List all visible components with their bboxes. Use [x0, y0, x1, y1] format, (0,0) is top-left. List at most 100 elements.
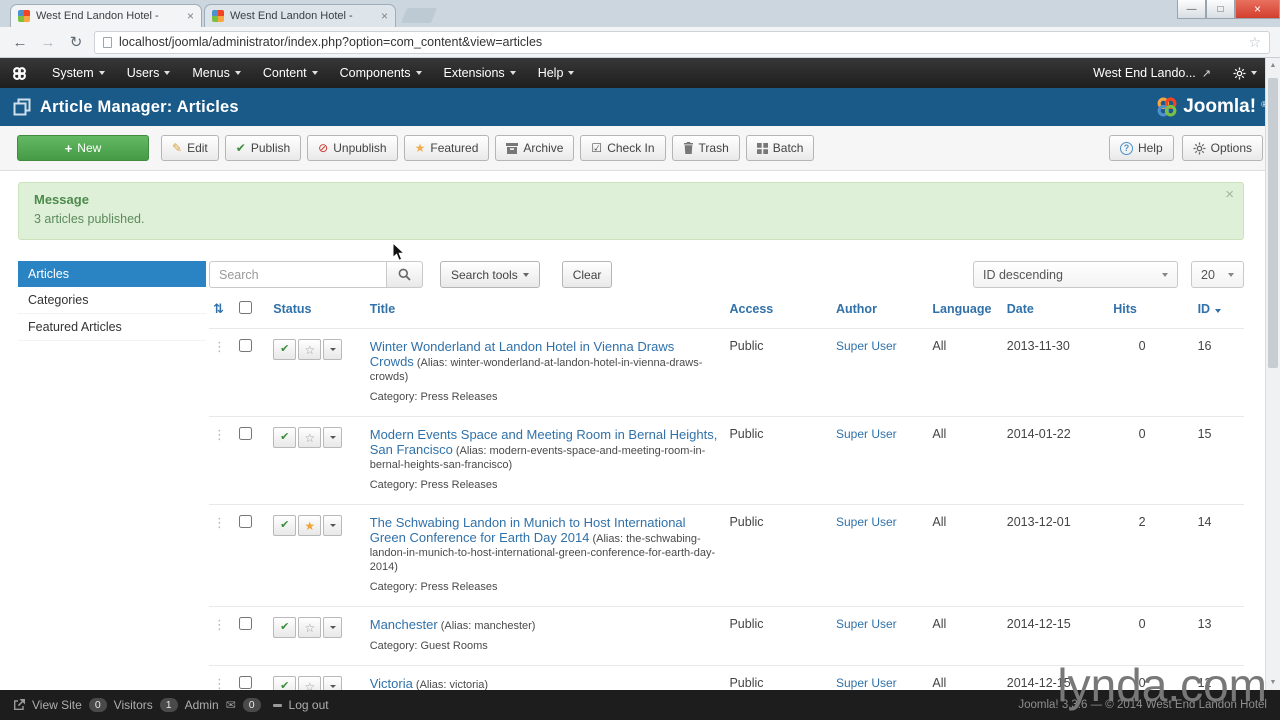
column-language-header[interactable]: Language	[928, 291, 1002, 329]
sidebar-item-categories[interactable]: Categories	[18, 287, 206, 314]
column-access-header[interactable]: Access	[725, 291, 832, 329]
sidebar-item-articles[interactable]: Articles	[18, 261, 206, 287]
article-author-link[interactable]: Super User	[836, 515, 897, 529]
options-button[interactable]: Options	[1181, 135, 1263, 161]
menu-extensions[interactable]: Extensions	[433, 66, 527, 80]
minimize-button[interactable]: —	[1177, 0, 1206, 19]
ordering-sort-icon[interactable]: ⇅	[213, 301, 224, 316]
column-status-header[interactable]: Status	[269, 291, 365, 329]
bookmark-star-icon[interactable]: ☆	[1248, 34, 1261, 51]
logout-link[interactable]: Log out	[289, 698, 329, 712]
row-checkbox[interactable]	[239, 515, 253, 528]
url-text: localhost/joomla/administrator/index.php…	[119, 35, 543, 49]
row-checkbox[interactable]	[239, 617, 253, 630]
new-button[interactable]: + New	[17, 135, 149, 161]
status-dropdown-button[interactable]	[323, 427, 343, 448]
maximize-button[interactable]: □	[1206, 0, 1235, 19]
article-author-link[interactable]: Super User	[836, 427, 897, 441]
column-author-header[interactable]: Author	[832, 291, 928, 329]
alert-close-icon[interactable]: ×	[1225, 186, 1234, 203]
drag-handle-icon[interactable]: ⋮	[213, 676, 226, 691]
row-checkbox[interactable]	[239, 339, 253, 352]
column-title-header[interactable]: Title	[366, 291, 726, 329]
feature-toggle-button[interactable]: ☆	[298, 617, 322, 638]
row-checkbox[interactable]	[239, 427, 253, 440]
article-author-link[interactable]: Super User	[836, 617, 897, 631]
drag-handle-icon[interactable]: ⋮	[213, 427, 226, 442]
browser-tab-active[interactable]: West End Landon Hotel - ×	[10, 4, 202, 27]
search-tools-button[interactable]: Search tools	[440, 261, 540, 288]
status-dropdown-button[interactable]	[323, 515, 343, 536]
column-id-header[interactable]: ID	[1172, 291, 1244, 329]
sidebar-item-featured-articles[interactable]: Featured Articles	[18, 314, 206, 341]
drag-handle-icon[interactable]: ⋮	[213, 339, 226, 354]
scroll-up-icon[interactable]: ▲	[1266, 62, 1280, 69]
clear-button[interactable]: Clear	[561, 261, 613, 288]
settings-menu-button[interactable]	[1222, 67, 1268, 80]
menu-help[interactable]: Help	[527, 66, 586, 80]
publish-toggle-button[interactable]: ✔	[273, 515, 297, 536]
status-dropdown-button[interactable]	[323, 339, 343, 360]
publish-toggle-button[interactable]: ✔	[273, 427, 297, 448]
gear-icon	[1193, 142, 1206, 154]
menu-menus[interactable]: Menus	[181, 66, 252, 80]
list-limit-select[interactable]: 20	[1191, 261, 1244, 288]
column-date-header[interactable]: Date	[1003, 291, 1105, 329]
new-tab-button[interactable]	[400, 8, 438, 23]
menu-content[interactable]: Content	[252, 66, 329, 80]
edit-button[interactable]: ✎ Edit	[161, 135, 219, 161]
browser-tab[interactable]: West End Landon Hotel - ×	[204, 4, 396, 27]
article-author-link[interactable]: Super User	[836, 676, 897, 690]
page-header: Article Manager: Articles Joomla! ®	[0, 88, 1280, 126]
article-author-link[interactable]: Super User	[836, 339, 897, 353]
column-hits-header[interactable]: Hits	[1105, 291, 1171, 329]
drag-handle-icon[interactable]: ⋮	[213, 515, 226, 530]
trash-button[interactable]: Trash	[671, 135, 740, 161]
search-button[interactable]	[387, 261, 423, 288]
site-preview-link[interactable]: West End Lando... ↗	[1082, 66, 1222, 80]
back-button[interactable]: ←	[10, 34, 30, 51]
vertical-scrollbar[interactable]: ▲ ▼	[1265, 58, 1280, 690]
feature-toggle-button[interactable]: ☆	[298, 339, 322, 360]
menu-system[interactable]: System	[41, 66, 116, 80]
feature-toggle-button[interactable]: ★	[298, 515, 322, 536]
article-title-link[interactable]: Victoria	[370, 676, 413, 691]
tab-strip-tabs: West End Landon Hotel - × West End Landon …	[10, 4, 396, 27]
publish-button[interactable]: ✔ Publish	[224, 135, 302, 161]
publish-toggle-button[interactable]: ✔	[273, 339, 297, 360]
url-box[interactable]: localhost/joomla/administrator/index.php…	[94, 30, 1270, 54]
article-language: All	[932, 617, 947, 631]
tab-close-icon[interactable]: ×	[187, 10, 194, 22]
status-dropdown-button[interactable]	[323, 617, 343, 638]
search-input[interactable]	[209, 261, 387, 288]
joomla-logo-mark	[1157, 97, 1177, 117]
featured-button[interactable]: ★ Featured	[403, 135, 490, 161]
article-category: Category: Guest Rooms	[369, 640, 488, 652]
archive-button[interactable]: Archive	[495, 135, 575, 161]
table-row: ⋮ ✔ ☆ Modern Events Space and Meeting Roo…	[209, 416, 1244, 505]
tab-close-icon[interactable]: ×	[381, 10, 388, 22]
unpublish-button[interactable]: ⊘ Unpublish	[307, 135, 398, 161]
help-button[interactable]: ? Help	[1108, 135, 1174, 161]
menu-label: Components	[339, 66, 411, 80]
forward-button[interactable]: →	[38, 34, 58, 51]
scroll-down-icon[interactable]: ▼	[1266, 679, 1280, 686]
reload-button[interactable]: ↻	[66, 33, 86, 51]
publish-toggle-button[interactable]: ✔	[273, 617, 297, 638]
sort-order-select[interactable]: ID descending	[973, 261, 1178, 288]
scrollbar-thumb[interactable]	[1268, 78, 1278, 368]
article-title-link[interactable]: Manchester	[370, 617, 438, 632]
envelope-icon[interactable]: ✉	[226, 698, 236, 712]
row-checkbox[interactable]	[239, 676, 253, 689]
select-all-checkbox[interactable]	[239, 301, 253, 314]
menu-components[interactable]: Components	[329, 66, 433, 80]
menu-users[interactable]: Users	[116, 66, 182, 80]
drag-handle-icon[interactable]: ⋮	[213, 617, 226, 632]
check-in-button[interactable]: ☑ Check In	[580, 135, 666, 161]
view-site-link[interactable]: View Site	[32, 698, 82, 712]
batch-button[interactable]: Batch	[745, 135, 815, 161]
article-language: All	[932, 427, 947, 441]
feature-toggle-button[interactable]: ☆	[298, 427, 322, 448]
close-button[interactable]: ×	[1235, 0, 1280, 19]
article-hits: 2	[1138, 515, 1146, 529]
